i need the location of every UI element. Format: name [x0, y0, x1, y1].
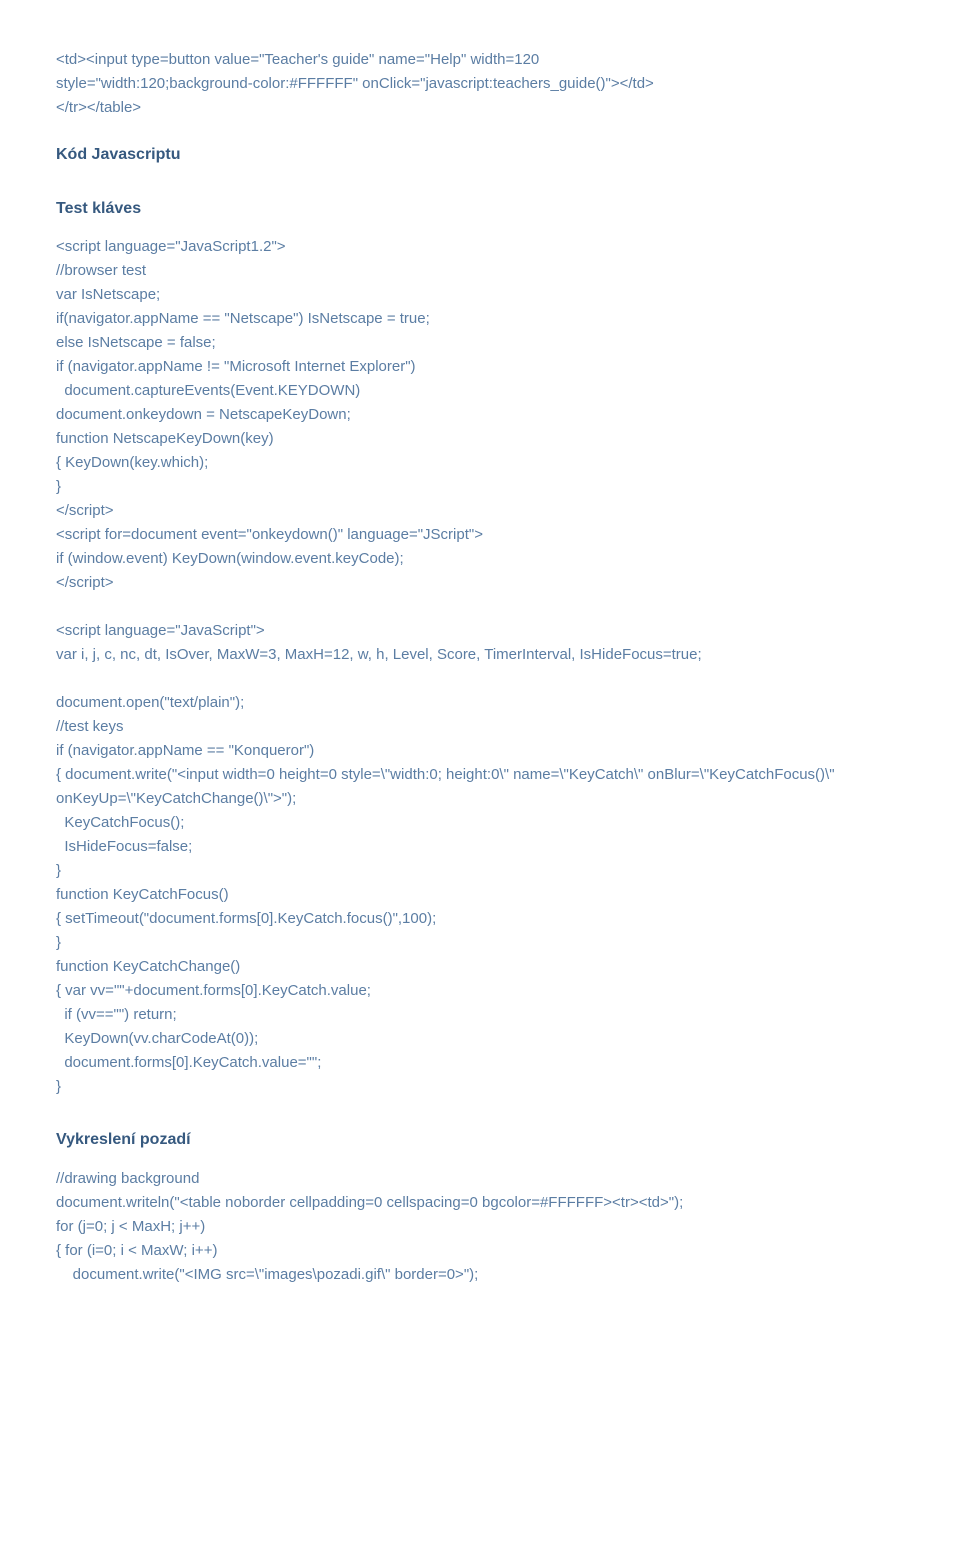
code-block-html-snippet: <td><input type=button value="Teacher's …	[56, 48, 904, 120]
heading-vykresleni-pozadi: Vykreslení pozadí	[56, 1127, 904, 1153]
code-block-drawing-background: //drawing background document.writeln("<…	[56, 1167, 904, 1287]
code-block-test-keys: <script language="JavaScript1.2"> //brow…	[56, 235, 904, 1099]
heading-test-klaves: Test kláves	[56, 196, 904, 222]
heading-kod-javascriptu: Kód Javascriptu	[56, 142, 904, 168]
